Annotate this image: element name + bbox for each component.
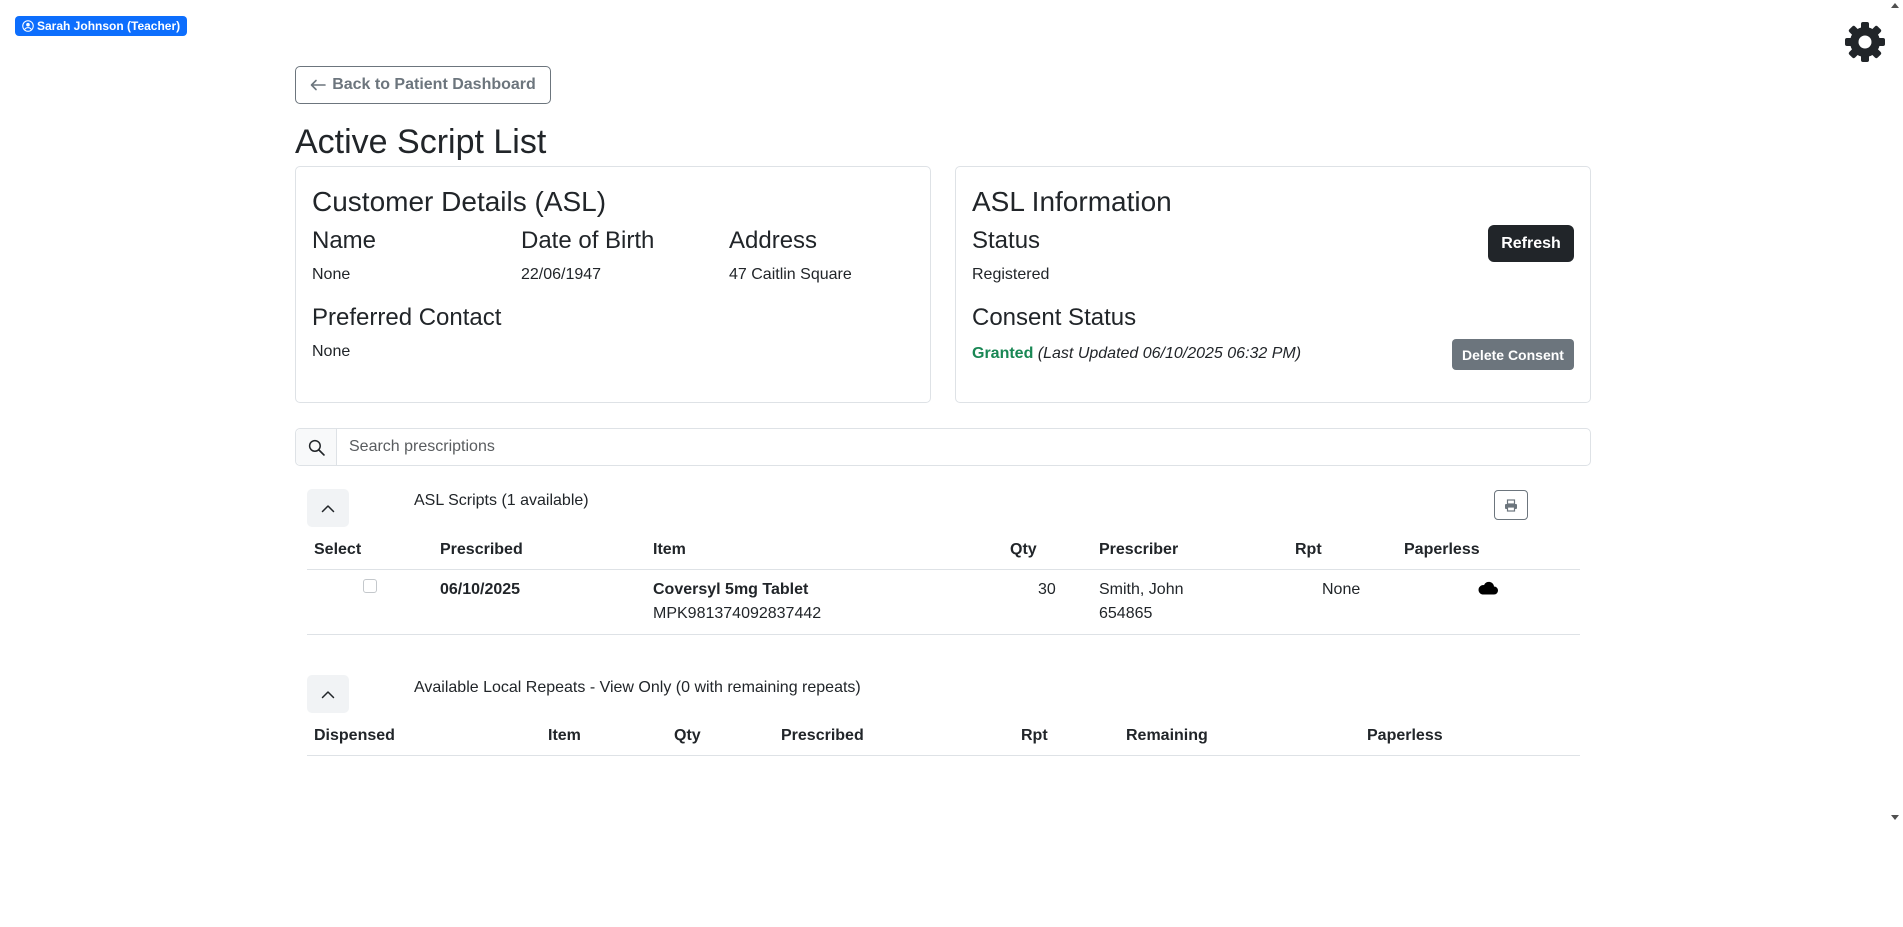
back-button-label: Back to Patient Dashboard — [332, 76, 536, 93]
dob-value: 22/06/1947 — [521, 266, 602, 283]
delete-consent-button[interactable]: Delete Consent — [1452, 339, 1574, 370]
refresh-button[interactable]: Refresh — [1488, 225, 1574, 262]
row-item-name: Coversyl 5mg Tablet — [653, 581, 809, 598]
search-addon — [296, 429, 337, 465]
status-label: Status — [972, 227, 1041, 254]
row-qty: 30 — [1038, 581, 1056, 598]
repeats-col-paperless: Paperless — [1367, 727, 1443, 744]
user-badge-label: Sarah Johnson (Teacher) — [37, 19, 181, 33]
asl-card-title: ASL Information — [972, 186, 1172, 217]
user-circle-icon — [22, 20, 34, 32]
repeats-col-prescribed: Prescribed — [781, 727, 864, 744]
consent-status-badge: Granted — [972, 345, 1034, 362]
scrollbar[interactable] — [1887, 0, 1903, 822]
customer-details-card: Customer Details (ASL) Name None Date of… — [295, 166, 931, 403]
row-select-checkbox[interactable] — [363, 579, 377, 593]
repeats-col-rpt: Rpt — [1021, 727, 1048, 744]
chevron-up-icon — [321, 504, 335, 512]
chevron-up-icon — [321, 690, 335, 698]
search-icon — [308, 439, 325, 456]
repeats-col-item: Item — [548, 727, 581, 744]
search-bar — [295, 428, 1591, 466]
back-to-dashboard-button[interactable]: Back to Patient Dashboard — [295, 66, 551, 104]
scroll-down-arrow[interactable] — [1891, 815, 1899, 820]
name-value: None — [312, 266, 351, 283]
search-input[interactable] — [337, 429, 1590, 465]
refresh-button-label: Refresh — [1501, 234, 1561, 252]
page-title: Active Script List — [295, 123, 547, 161]
table-row-divider — [307, 634, 1580, 635]
preferred-contact-label: Preferred Contact — [312, 304, 502, 331]
repeats-header-divider — [307, 755, 1580, 756]
col-header-prescriber: Prescriber — [1099, 541, 1179, 558]
consent-updated-text: (Last Updated 06/10/2025 06:32 PM) — [1037, 345, 1302, 362]
asl-scripts-title: ASL Scripts (1 available) — [414, 492, 589, 509]
print-button[interactable] — [1494, 490, 1528, 520]
dob-label: Date of Birth — [521, 227, 655, 254]
local-repeats-title: Available Local Repeats - View Only (0 w… — [414, 679, 861, 696]
row-prescriber-name: Smith, John — [1099, 581, 1184, 598]
address-label: Address — [729, 227, 818, 254]
col-header-rpt: Rpt — [1295, 541, 1322, 558]
col-header-qty: Qty — [1010, 541, 1037, 558]
asl-information-card: ASL Information Status Registered Refres… — [955, 166, 1591, 403]
col-header-item: Item — [653, 541, 686, 558]
delete-consent-label: Delete Consent — [1462, 346, 1564, 363]
col-header-paperless: Paperless — [1404, 541, 1480, 558]
asl-scripts-collapse-button[interactable] — [307, 489, 349, 527]
user-badge[interactable]: Sarah Johnson (Teacher) — [15, 16, 188, 36]
local-repeats-collapse-button[interactable] — [307, 675, 349, 713]
consent-status-label: Consent Status — [972, 304, 1137, 331]
col-header-select: Select — [314, 541, 362, 558]
table-header-divider — [307, 569, 1580, 570]
repeats-col-remaining: Remaining — [1126, 727, 1208, 744]
status-value: Registered — [972, 266, 1050, 283]
row-prescribed-date: 06/10/2025 — [440, 581, 521, 598]
consent-status-line: Granted (Last Updated 06/10/2025 06:32 P… — [972, 343, 1301, 365]
gear-icon[interactable] — [1844, 21, 1886, 63]
arrow-left-icon — [310, 79, 326, 91]
printer-icon — [1505, 498, 1517, 512]
name-label: Name — [312, 227, 377, 254]
row-prescriber-id: 654865 — [1099, 605, 1153, 622]
row-item-code: MPK981374092837442 — [653, 605, 822, 622]
repeats-col-qty: Qty — [674, 727, 701, 744]
scroll-up-arrow[interactable] — [1891, 3, 1899, 8]
address-value: 47 Caitlin Square — [729, 266, 852, 283]
row-rpt: None — [1322, 581, 1361, 598]
repeats-col-dispensed: Dispensed — [314, 727, 395, 744]
customer-card-title: Customer Details (ASL) — [312, 186, 607, 217]
cloud-icon — [1478, 581, 1498, 595]
preferred-contact-value: None — [312, 343, 351, 360]
col-header-prescribed: Prescribed — [440, 541, 523, 558]
